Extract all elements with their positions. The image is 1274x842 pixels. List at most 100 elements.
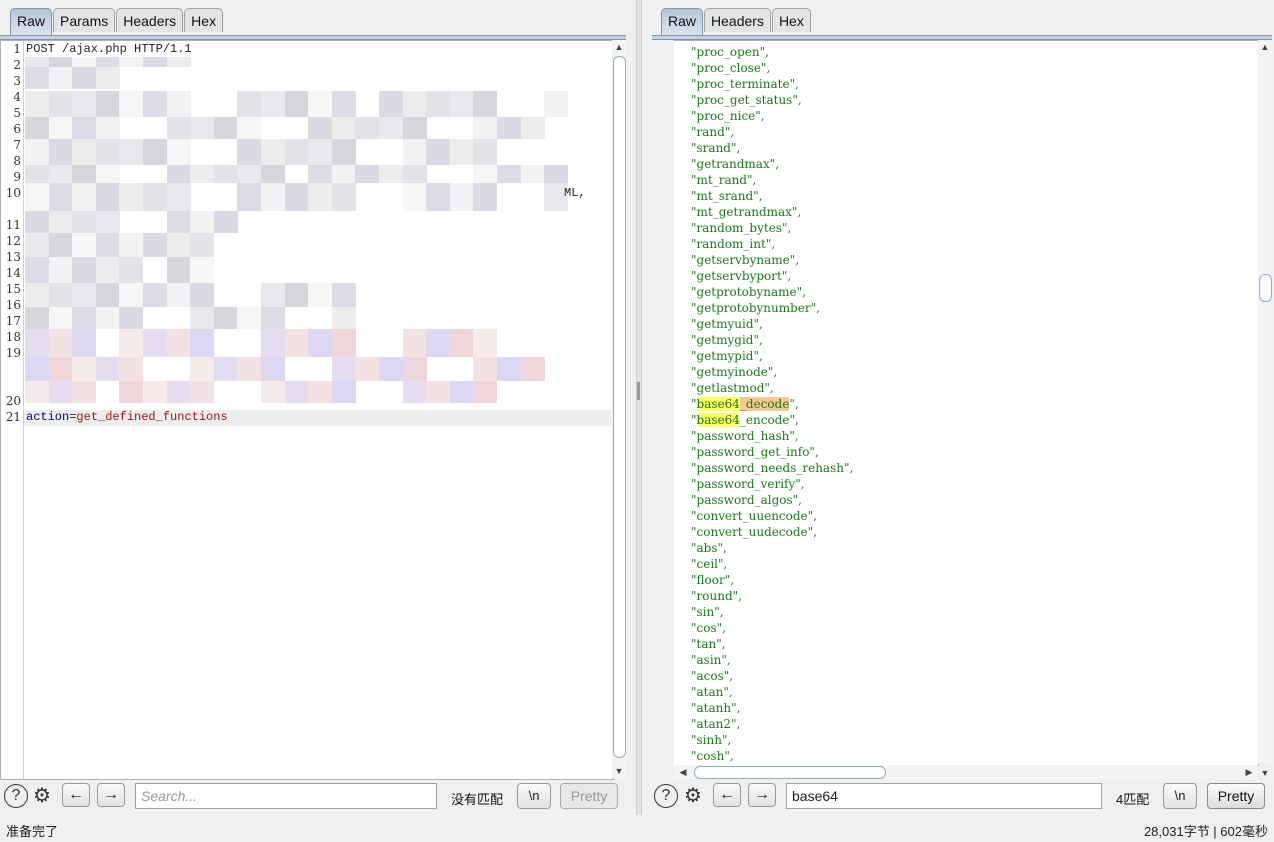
- response-line: "proc_get_status",: [691, 93, 802, 107]
- scroll-thumb[interactable]: [1259, 274, 1272, 302]
- response-line: "password_algos",: [691, 493, 802, 507]
- redaction-block: [48, 357, 73, 381]
- request-editor[interactable]: 1 2 3 4 5 6 7 8 9 10 11 12 13 14 15 16 17 18 19 20 21 POST /…: [0, 40, 614, 780]
- redaction-block: [25, 117, 49, 139]
- redaction-block: [261, 307, 285, 329]
- response-editor[interactable]: " "proc_open","proc_close","proc_termina…: [674, 40, 1259, 766]
- tab-raw[interactable]: Raw: [10, 8, 53, 35]
- response-line: "getmygid",: [691, 333, 763, 347]
- redaction-block: [213, 165, 238, 183]
- redaction-block: [166, 381, 191, 403]
- request-search-toolbar: ? ⚙ ← → 没有匹配 \n Pretty: [0, 781, 630, 813]
- response-line: "mt_srand",: [691, 189, 763, 203]
- redaction-block: [308, 165, 333, 183]
- tab-raw[interactable]: Raw: [661, 8, 704, 35]
- redaction-block: [143, 91, 167, 117]
- redaction-block: [119, 233, 144, 257]
- redaction-block: [331, 283, 356, 307]
- redaction-block: [544, 165, 569, 183]
- request-vscrollbar[interactable]: ▲ ▼: [612, 40, 626, 778]
- tab-headers[interactable]: Headers: [704, 8, 771, 32]
- help-icon[interactable]: ?: [654, 784, 678, 808]
- hscroll-thumb[interactable]: [694, 766, 886, 779]
- redaction-block: [95, 257, 120, 283]
- redaction-block: [331, 139, 356, 165]
- redaction-block: [379, 91, 403, 117]
- redaction-block: [426, 381, 451, 403]
- redaction-block: [213, 357, 238, 381]
- scroll-down-icon[interactable]: ▼: [612, 764, 626, 778]
- redaction-block: [331, 329, 356, 357]
- response-line: "atan2",: [691, 717, 741, 731]
- next-match-button[interactable]: →: [97, 783, 125, 807]
- scroll-left-icon[interactable]: ◀: [676, 765, 690, 779]
- line10-tail: ML,: [564, 186, 586, 200]
- search-match: base64: [696, 413, 740, 427]
- next-match-button[interactable]: →: [748, 783, 776, 807]
- match-count: 4匹配: [1116, 792, 1150, 807]
- redaction-block: [95, 117, 120, 139]
- redaction-block: [72, 57, 97, 67]
- line-number: 5: [13, 106, 21, 120]
- redaction-block: [25, 139, 49, 165]
- scroll-right-icon[interactable]: ▶: [1242, 765, 1256, 779]
- line-number: 4: [13, 90, 21, 104]
- response-hscrollbar[interactable]: ◀ ▶: [674, 765, 1258, 779]
- pretty-button[interactable]: Pretty: [560, 783, 618, 809]
- response-line-match: "base64_encode",: [691, 413, 799, 427]
- redaction-block: [261, 183, 285, 211]
- pretty-button[interactable]: Pretty: [1207, 783, 1265, 809]
- settings-icon[interactable]: ⚙: [30, 784, 54, 808]
- redaction-block: [166, 211, 191, 233]
- response-vscrollbar[interactable]: ▲ ▼: [1258, 40, 1272, 778]
- arrow-left-icon: ←: [719, 786, 735, 803]
- settings-icon[interactable]: ⚙: [681, 784, 705, 808]
- redaction-block: [119, 257, 144, 283]
- redaction-block: [95, 91, 120, 117]
- tab-hex[interactable]: Hex: [771, 8, 811, 32]
- redaction-block: [143, 183, 167, 211]
- response-line: "getmypid",: [691, 349, 763, 363]
- help-icon[interactable]: ?: [4, 784, 28, 808]
- redaction-block: [284, 381, 309, 403]
- redaction-block: [72, 257, 97, 283]
- pane-divider[interactable]: [636, 0, 642, 815]
- newline-toggle-button[interactable]: \n: [1163, 783, 1197, 809]
- response-line: "sin",: [691, 605, 724, 619]
- redaction-block: [473, 165, 498, 183]
- tab-hex[interactable]: Hex: [184, 8, 224, 32]
- redaction-block: [520, 117, 545, 139]
- status-bar: 准备完了 28,031字节 | 602毫秒: [0, 816, 1274, 842]
- response-line: "getprotobyname",: [691, 285, 806, 299]
- search-input[interactable]: [135, 783, 437, 809]
- prev-match-button[interactable]: ←: [62, 783, 90, 807]
- tab-params[interactable]: Params: [53, 8, 116, 32]
- line-number: 10: [5, 186, 21, 200]
- line-number: 9: [13, 170, 21, 184]
- scroll-up-icon[interactable]: ▲: [1258, 40, 1272, 54]
- redaction-block: [166, 329, 191, 357]
- redaction-block: [331, 117, 356, 139]
- tab-headers[interactable]: Headers: [116, 8, 184, 32]
- scroll-up-icon[interactable]: ▲: [612, 40, 626, 54]
- redaction-block: [213, 117, 238, 139]
- redaction-block: [25, 257, 49, 283]
- redaction-block: [119, 139, 144, 165]
- redaction-block: [48, 233, 73, 257]
- scroll-thumb[interactable]: [613, 56, 626, 758]
- response-line: "getlastmod",: [691, 381, 774, 395]
- response-line: "getrandmax",: [691, 157, 780, 171]
- response-line: "getmyuid",: [691, 317, 763, 331]
- response-line: "mt_rand",: [691, 173, 757, 187]
- scroll-down-icon[interactable]: ▼: [1258, 766, 1272, 780]
- response-line: "acos",: [691, 669, 734, 683]
- newline-toggle-button[interactable]: \n: [517, 783, 551, 809]
- redaction-block: [95, 67, 120, 89]
- search-input[interactable]: [786, 783, 1102, 809]
- redaction-block: [261, 381, 285, 403]
- prev-match-button[interactable]: ←: [713, 783, 741, 807]
- response-line: "password_hash",: [691, 429, 799, 443]
- divider-grip[interactable]: [637, 382, 640, 400]
- redaction-block: [143, 283, 167, 307]
- response-line: "proc_open",: [691, 45, 769, 59]
